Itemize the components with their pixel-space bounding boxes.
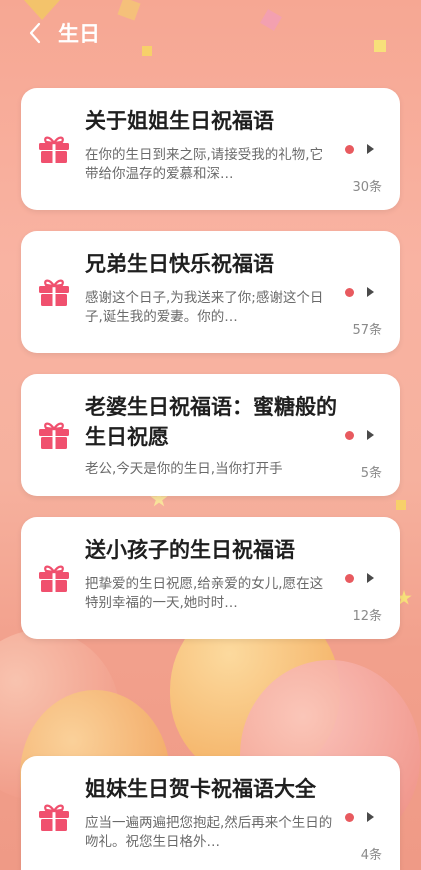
- list-item[interactable]: 姐妹生日贺卡祝福语大全 应当一遍两遍把您抱起,然后再来个生日的吻礼。祝您生日格外…: [21, 756, 400, 870]
- card-description: 把挚爱的生日祝愿,给亲爱的女儿,愿在这特别幸福的一天,她时时…: [85, 576, 324, 611]
- card-title: 兄弟生日快乐祝福语: [85, 252, 274, 276]
- item-count: 4条: [360, 848, 382, 863]
- list-item[interactable]: 兄弟生日快乐祝福语 感谢这个日子,为我送来了你;感谢这个日子,诞生我的爱妻。你的…: [21, 231, 400, 353]
- unread-dot-icon: [345, 145, 354, 154]
- page-title: 生日: [58, 22, 100, 46]
- list-item[interactable]: 送小孩子的生日祝福语 把挚爱的生日祝愿,给亲爱的女儿,愿在这特别幸福的一天,她时…: [21, 517, 400, 639]
- unread-dot-icon: [345, 574, 354, 583]
- item-count: 12条: [352, 609, 382, 624]
- app-header: 生日: [0, 0, 421, 62]
- list-item[interactable]: 关于姐姐生日祝福语 在你的生日到来之际,请接受我的礼物,它带给你温存的爱慕和深……: [21, 88, 400, 210]
- card-title: 老婆生日祝福语：蜜糖般的生日祝愿: [85, 395, 337, 449]
- gift-icon: [39, 565, 69, 592]
- chevron-right-icon: [367, 287, 374, 297]
- chevron-right-icon: [367, 144, 374, 154]
- item-count: 57条: [352, 323, 382, 338]
- card-description: 老公,今天是你的生日,当你打开手: [85, 461, 283, 477]
- chevron-right-icon: [367, 573, 374, 583]
- unread-dot-icon: [345, 813, 354, 822]
- back-button[interactable]: [24, 22, 46, 44]
- item-count: 5条: [360, 466, 382, 481]
- unread-dot-icon: [345, 431, 354, 440]
- back-arrow-icon: [29, 22, 41, 44]
- gift-icon: [39, 136, 69, 163]
- chevron-right-icon: [367, 812, 374, 822]
- chevron-right-icon: [367, 430, 374, 440]
- gift-icon: [39, 804, 69, 831]
- gift-icon: [39, 422, 69, 449]
- card-description: 应当一遍两遍把您抱起,然后再来个生日的吻礼。祝您生日格外…: [85, 815, 333, 850]
- card-title: 姐妹生日贺卡祝福语大全: [85, 777, 316, 801]
- unread-dot-icon: [345, 288, 354, 297]
- gift-icon: [39, 279, 69, 306]
- card-description: 在你的生日到来之际,请接受我的礼物,它带给你温存的爱慕和深…: [85, 147, 324, 182]
- card-title: 关于姐姐生日祝福语: [85, 109, 274, 133]
- list-item[interactable]: 老婆生日祝福语：蜜糖般的生日祝愿 老公,今天是你的生日,当你打开手 5条: [21, 374, 400, 496]
- item-count: 30条: [352, 180, 382, 195]
- card-title: 送小孩子的生日祝福语: [85, 538, 295, 562]
- card-description: 感谢这个日子,为我送来了你;感谢这个日子,诞生我的爱妻。你的…: [85, 290, 324, 325]
